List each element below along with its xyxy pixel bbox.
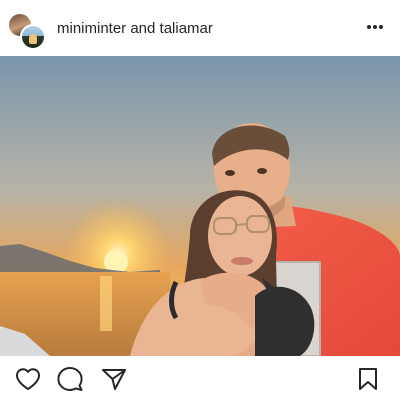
- send-icon: [102, 369, 126, 390]
- bookmark-icon: [359, 368, 377, 390]
- comment-button[interactable]: [56, 366, 84, 392]
- like-button[interactable]: [14, 366, 42, 392]
- sunset-couple-photo: [0, 56, 400, 356]
- heart-icon: [16, 368, 40, 390]
- post-usernames[interactable]: miniminter and taliamar: [57, 20, 213, 37]
- more-horizontal-icon: [367, 25, 383, 29]
- instagram-post: miniminter and taliamar: [0, 0, 400, 400]
- save-button[interactable]: [354, 366, 382, 392]
- post-photo[interactable]: [0, 56, 400, 356]
- more-options-button[interactable]: [364, 16, 386, 38]
- post-header: miniminter and taliamar: [0, 0, 400, 56]
- share-button[interactable]: [100, 366, 128, 392]
- post-actions: [0, 356, 400, 400]
- comment-icon: [57, 367, 83, 391]
- collab-avatars[interactable]: [7, 6, 51, 50]
- avatar-taliamar[interactable]: [20, 24, 46, 50]
